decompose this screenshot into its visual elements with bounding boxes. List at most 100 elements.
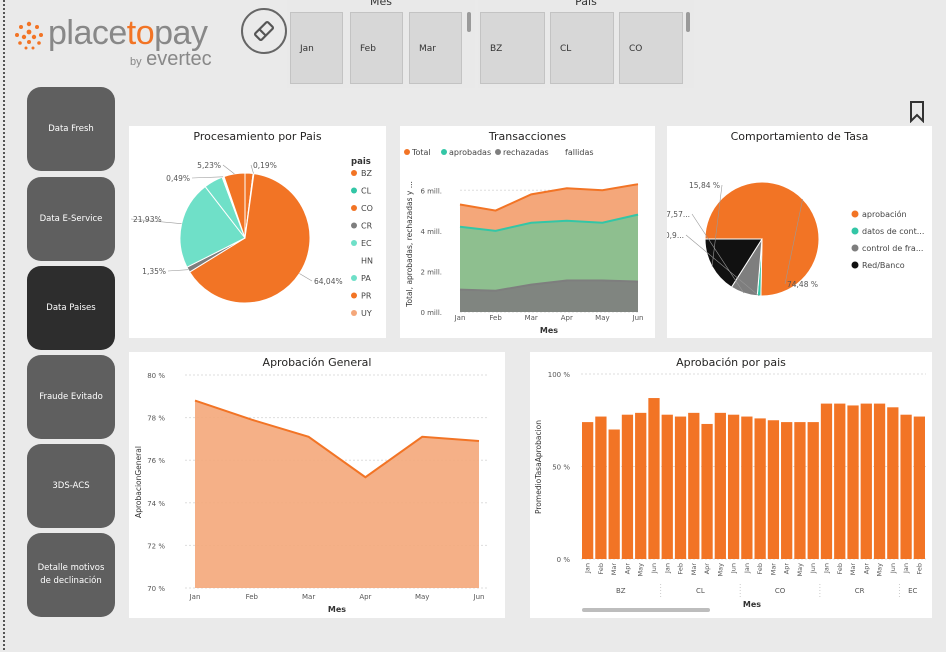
pie-data-label: 74,48 % <box>787 280 818 289</box>
x-tick-label: Apr <box>783 563 791 575</box>
nav-fraude-evitado[interactable]: Fraude Evitado <box>27 355 115 439</box>
x-tick-label: Feb <box>836 563 844 575</box>
slicer-mes-item[interactable]: Mar <box>409 12 462 84</box>
legend-marker <box>851 261 859 269</box>
legend-marker <box>351 170 357 176</box>
legend-item: PA <box>361 274 371 283</box>
slicer-mes-scrollbar[interactable] <box>467 12 471 32</box>
x-tick-label: Jun <box>473 593 485 601</box>
group-label: EC <box>908 587 917 595</box>
legend-marker <box>351 240 357 246</box>
x-tick-label: May <box>876 563 884 577</box>
legend-item: EC <box>361 239 372 248</box>
slicer-mes-item[interactable]: Feb <box>350 12 403 84</box>
x-tick-label: Jan <box>584 563 592 574</box>
bar <box>873 403 886 559</box>
y-tick-label: 70 % <box>147 585 165 593</box>
x-tick-label: May <box>796 563 804 577</box>
pie-data-label: 5,23% <box>197 161 221 170</box>
legend-item: CR <box>361 222 373 231</box>
card-comportamiento-de-tasa: Comportamiento de Tasa 74,48 % 0,9... 7,57… <box>667 126 932 338</box>
y-tick-label: 0 mill. <box>420 309 442 317</box>
x-tick-label: Feb <box>756 563 764 575</box>
x-tick-label: Jan <box>743 563 751 574</box>
legend-item: control de fra... <box>862 244 923 253</box>
bookmark-icon[interactable] <box>909 101 925 123</box>
group-label: CO <box>775 587 786 595</box>
legend-marker <box>351 222 357 229</box>
pie-data-label: 0,9... <box>667 231 684 240</box>
bar <box>621 414 634 559</box>
x-tick-label: Mar <box>525 314 538 322</box>
nav-data-e-service[interactable]: Data E-Service <box>27 177 115 261</box>
bar <box>674 416 687 559</box>
y-tick-label: 76 % <box>147 457 165 465</box>
legend-marker <box>851 227 859 235</box>
logo-byline: by evertec <box>130 48 212 70</box>
pie-data-label: 7,57... <box>667 210 690 219</box>
bar <box>582 422 594 559</box>
placetopay-logo: placetopay by evertec <box>12 14 227 70</box>
bar <box>741 416 753 559</box>
area-chart-transacciones[interactable]: Total aprobadas rechazadas fallidas 0 mill. 2… <box>400 126 655 338</box>
slicer-pais-item[interactable]: CL <box>550 12 614 84</box>
bar <box>595 416 607 559</box>
bar <box>714 412 726 559</box>
legend-item: aprobación <box>862 209 907 219</box>
nav-3ds-acs[interactable]: 3DS-ACS <box>27 444 115 528</box>
y-tick-label: 4 mill. <box>420 228 442 236</box>
x-tick-label: May <box>637 563 645 577</box>
slicer-pais-scrollbar[interactable] <box>686 12 690 32</box>
bar <box>767 420 780 559</box>
card-transacciones: Transacciones Total aprobadas rechazadas fa… <box>400 126 655 338</box>
bar <box>754 418 766 559</box>
slicer-pais-item[interactable]: BZ <box>480 12 545 84</box>
y-tick-label: 100 % <box>548 371 571 379</box>
y-axis-label: Total, aprobadas, rechazadas y ... <box>405 181 414 308</box>
area-chart-aprobacion-general[interactable]: 70 % 72 % 74 % 76 % 78 % 80 % Jan Feb Mar Apr May J… <box>129 352 505 618</box>
legend-marker <box>351 205 357 211</box>
y-tick-label: 80 % <box>147 372 165 380</box>
x-axis-label: Mes <box>328 605 346 614</box>
bar <box>900 414 912 559</box>
x-tick-label: Jan <box>663 563 671 574</box>
nav-data-fresh[interactable]: Data Fresh <box>27 87 115 171</box>
x-tick-label: Jun <box>632 314 644 322</box>
x-tick-label: Jun <box>889 563 897 574</box>
slicer-mes-item[interactable]: Jan <box>290 12 343 84</box>
legend-marker <box>351 292 357 299</box>
pie-chart-comportamiento[interactable]: 74,48 % 0,9... 7,57... 15,84 % aprobación dat… <box>667 126 932 338</box>
x-tick-label: Apr <box>862 563 870 575</box>
x-tick-label: Jun <box>650 563 658 574</box>
x-tick-label: Apr <box>561 314 573 322</box>
legend-marker <box>851 244 859 252</box>
legend-marker <box>441 149 447 155</box>
clear-filters-button[interactable] <box>241 8 287 54</box>
y-tick-label: 78 % <box>147 415 165 423</box>
bar-chart-aprobacion-por-pais[interactable]: 0 % 50 % 100 % Jan Feb Mar Apr May Jun Jan Feb Mar A… <box>530 352 932 618</box>
pie-chart-procesamiento[interactable]: 0,19% 64,04% 1,35% 21,93% 0,49% 5,23% pais BZ CL… <box>129 126 386 338</box>
y-tick-label: 74 % <box>147 500 165 508</box>
x-tick-label: Mar <box>610 563 618 576</box>
legend-marker <box>351 187 357 194</box>
pie-leader-line <box>191 176 224 179</box>
nav-data-paises[interactable]: Data Paises <box>27 266 115 350</box>
pie-data-label: 0,19% <box>253 161 277 170</box>
x-tick-label: Feb <box>246 593 259 601</box>
bar <box>781 422 793 559</box>
legend-item: rechazadas <box>503 148 549 157</box>
x-tick-label: Mar <box>690 563 698 576</box>
bar <box>847 405 859 559</box>
slicer-mes: Mes Jan Feb Mar <box>287 0 475 88</box>
y-tick-label: 50 % <box>552 464 570 472</box>
bar <box>701 423 713 559</box>
legend-item: Total <box>411 148 431 157</box>
nav-detalle-motivos[interactable]: Detalle motivos de declinación <box>27 533 115 617</box>
x-tick-label: Jan <box>189 593 201 601</box>
bar <box>635 412 647 559</box>
group-label: CR <box>855 587 865 595</box>
x-tick-label: Jun <box>730 563 738 574</box>
x-tick-label: Jun <box>809 563 817 574</box>
slicer-pais-item[interactable]: CO <box>619 12 683 84</box>
nav-label: 3DS-ACS <box>52 480 90 491</box>
